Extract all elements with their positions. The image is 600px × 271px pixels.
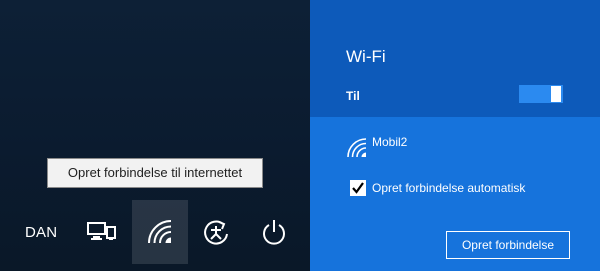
power-button[interactable] <box>246 200 302 264</box>
wifi-toggle-label: Til <box>346 89 360 103</box>
auto-connect-checkbox[interactable] <box>350 180 366 196</box>
network-tray-button[interactable] <box>74 200 130 264</box>
network-computers-icon <box>87 221 117 243</box>
ease-of-access-button[interactable] <box>188 200 244 264</box>
wifi-toggle-switch[interactable] <box>519 85 563 103</box>
wifi-secured-icon <box>346 137 368 164</box>
network-list-item[interactable]: Mobil2 Opret forbindelse automatisk Opre… <box>310 117 600 271</box>
wifi-flyout-header: Wi-Fi Til <box>310 0 600 117</box>
wifi-flyout: Wi-Fi Til Mobil2 Opret forbindelse autom… <box>310 0 600 271</box>
wifi-title: Wi-Fi <box>346 47 386 66</box>
power-icon <box>259 217 289 247</box>
auto-connect-label[interactable]: Opret forbindelse automatisk <box>372 181 525 195</box>
wifi-toggle-knob <box>551 86 561 102</box>
network-name: Mobil2 <box>372 135 408 149</box>
checkmark-icon <box>352 182 364 194</box>
ease-of-access-icon <box>201 217 231 247</box>
connect-tooltip: Opret forbindelse til internettet <box>47 158 263 188</box>
connect-button[interactable]: Opret forbindelse <box>446 231 570 259</box>
wifi-icon <box>145 217 175 247</box>
wifi-tray-button[interactable] <box>132 200 188 264</box>
language-indicator[interactable]: DAN <box>25 224 57 241</box>
